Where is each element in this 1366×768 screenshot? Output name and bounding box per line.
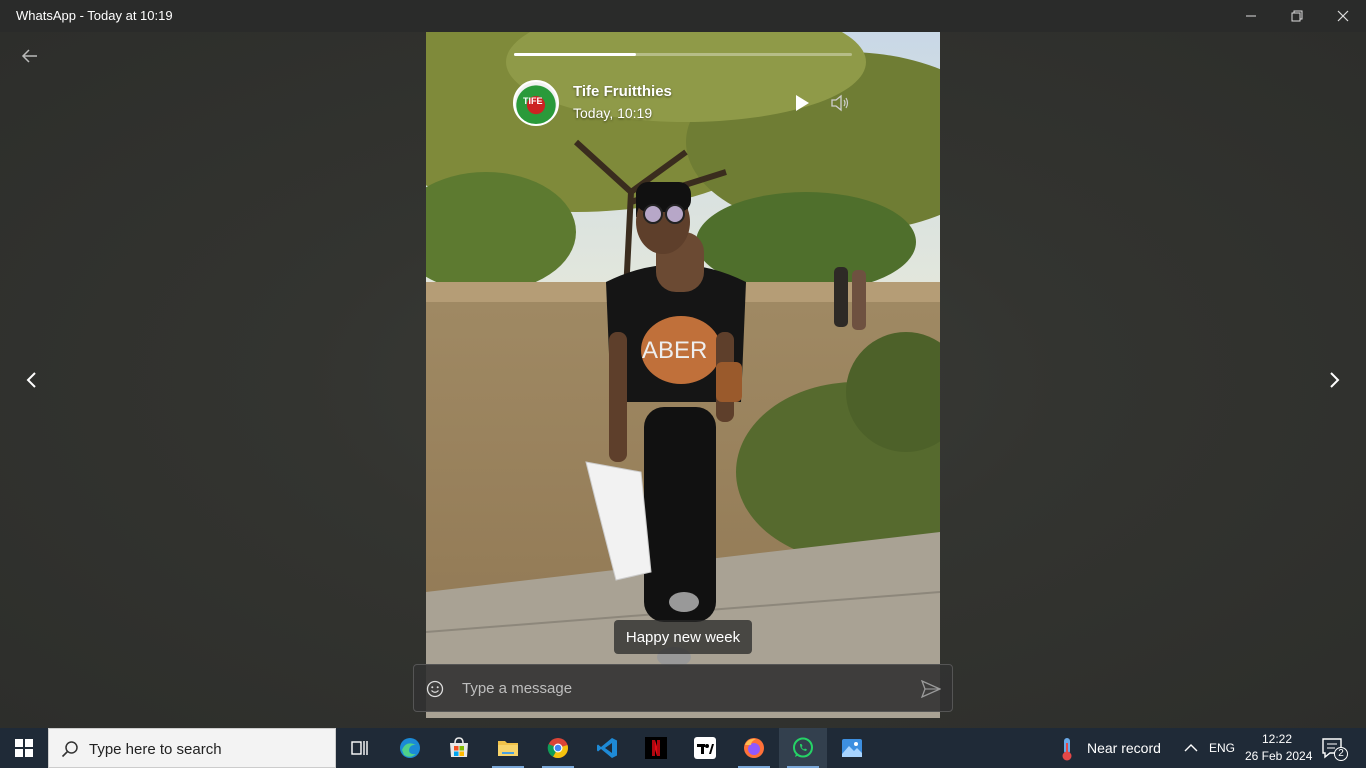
- next-status-button[interactable]: [1324, 370, 1344, 390]
- back-arrow-icon[interactable]: [18, 46, 42, 66]
- weather-widget[interactable]: Near record: [1056, 728, 1166, 768]
- avatar-logo-text: TIFE: [523, 96, 543, 106]
- edge-icon: [400, 738, 420, 758]
- taskbar-search-box[interactable]: Type here to search: [48, 728, 336, 768]
- taskbar-photos[interactable]: [828, 728, 876, 768]
- shirt-text: ABER: [642, 337, 707, 364]
- taskbar-store[interactable]: [435, 728, 483, 768]
- contact-name[interactable]: Tife Fruitthies: [573, 83, 672, 100]
- tradingview-icon: [694, 737, 716, 759]
- close-button[interactable]: [1320, 0, 1366, 32]
- search-icon: [61, 741, 78, 758]
- start-button[interactable]: [0, 728, 48, 768]
- search-placeholder: Type here to search: [89, 741, 222, 758]
- taskbar-file-explorer[interactable]: [484, 728, 532, 768]
- folder-icon: [498, 741, 518, 756]
- status-image: ABER: [426, 32, 940, 718]
- weather-text: Near record: [1087, 740, 1161, 756]
- notification-count-badge: 2: [1334, 747, 1348, 761]
- send-icon[interactable]: [921, 680, 941, 698]
- windows-logo-icon: [15, 739, 33, 757]
- chrome-icon: [547, 738, 568, 759]
- close-icon: [1337, 10, 1349, 22]
- volume-muted-icon[interactable]: [830, 94, 850, 112]
- reply-bar: [413, 664, 953, 712]
- status-progress-bar: [514, 53, 852, 56]
- netflix-icon: [645, 737, 667, 759]
- firefox-icon: [744, 738, 764, 758]
- thermometer-icon: [1062, 738, 1072, 761]
- restore-button[interactable]: [1274, 0, 1320, 32]
- taskbar-tradingview[interactable]: [681, 728, 729, 768]
- taskbar-firefox[interactable]: [730, 728, 778, 768]
- window-title: WhatsApp - Today at 10:19: [16, 8, 173, 23]
- minimize-button[interactable]: [1228, 0, 1274, 32]
- whatsapp-icon: [793, 737, 813, 758]
- restore-icon: [1291, 10, 1303, 22]
- status-timestamp: Today, 10:19: [573, 105, 653, 121]
- taskbar-edge[interactable]: [386, 728, 434, 768]
- taskbar-chrome[interactable]: [534, 728, 582, 768]
- clock-date[interactable]: 26 Feb 2024: [1245, 749, 1312, 763]
- show-hidden-icons-chevron-icon[interactable]: [1183, 741, 1199, 755]
- status-caption: Happy new week: [614, 620, 752, 654]
- task-view-icon: [351, 741, 368, 755]
- taskbar: Type here to search Near record ENG 12:2…: [0, 728, 1366, 768]
- photos-icon: [842, 739, 862, 757]
- status-progress-fill: [514, 53, 636, 56]
- taskbar-vscode[interactable]: [583, 728, 631, 768]
- taskbar-netflix[interactable]: [632, 728, 680, 768]
- clock-time[interactable]: 12:22: [1262, 732, 1292, 746]
- taskbar-task-view[interactable]: [336, 728, 384, 768]
- previous-status-button[interactable]: [22, 370, 42, 390]
- emoji-icon[interactable]: [426, 680, 444, 698]
- reply-message-input[interactable]: [462, 677, 902, 699]
- contact-avatar[interactable]: TIFE: [513, 80, 559, 126]
- title-bar: WhatsApp - Today at 10:19: [0, 0, 1366, 32]
- minimize-icon: [1246, 15, 1256, 17]
- play-icon[interactable]: [793, 94, 811, 112]
- microsoft-store-icon: [450, 737, 468, 757]
- input-language[interactable]: ENG: [1209, 741, 1235, 755]
- vscode-icon: [597, 738, 617, 758]
- taskbar-whatsapp[interactable]: [779, 728, 827, 768]
- photo-scene: ABER: [426, 32, 940, 718]
